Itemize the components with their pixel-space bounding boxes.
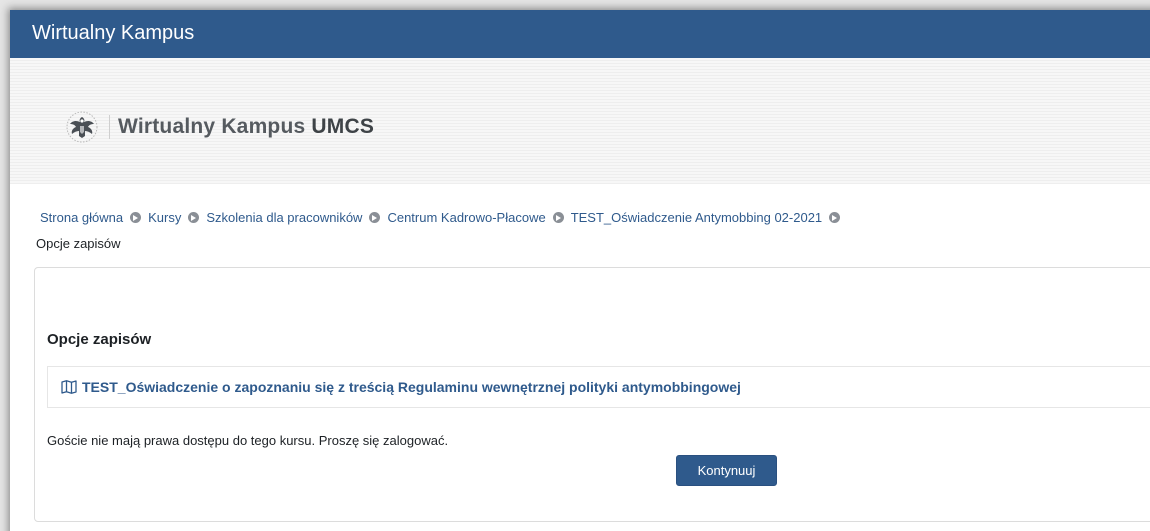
browser-window: Wirtualny Kampus Wirtualny Kampus UMCS S… — [10, 10, 1150, 531]
continue-button[interactable]: Kontynuuj — [676, 455, 777, 486]
breadcrumb-courses[interactable]: Kursy — [148, 210, 181, 225]
chevron-circle-right-icon — [829, 212, 841, 223]
chevron-circle-right-icon — [552, 212, 564, 223]
site-topbar: Wirtualny Kampus — [10, 10, 1150, 58]
breadcrumb-staff-training[interactable]: Szkolenia dla pracowników — [206, 210, 362, 225]
enrolment-options-card: Opcje zapisów TEST_Oświadczenie o zapozn… — [34, 267, 1150, 522]
breadcrumb-hr-payroll-center[interactable]: Centrum Kadrowo-Płacowe — [387, 210, 545, 225]
brand-header: Wirtualny Kampus UMCS — [10, 58, 1150, 184]
brand-name-bold: UMCS — [311, 115, 375, 138]
page-title: Opcje zapisów — [47, 331, 152, 348]
site-title[interactable]: Wirtualny Kampus — [32, 22, 194, 44]
eagle-emblem-icon — [66, 111, 98, 143]
brand-logo[interactable]: Wirtualny Kampus UMCS — [65, 110, 374, 144]
course-info-box: TEST_Oświadczenie o zapoznaniu się z tre… — [47, 366, 1150, 408]
course-title-link[interactable]: TEST_Oświadczenie o zapoznaniu się z tre… — [82, 379, 741, 395]
breadcrumb-home[interactable]: Strona główna — [40, 210, 123, 225]
chevron-circle-right-icon — [188, 212, 200, 223]
chevron-circle-right-icon — [130, 212, 142, 223]
breadcrumb: Strona główna Kursy Szkolenia dla pracow… — [40, 210, 847, 225]
brand-name: Wirtualny Kampus UMCS — [118, 115, 374, 139]
logo-divider — [109, 115, 110, 139]
map-icon — [61, 380, 77, 394]
chevron-circle-right-icon — [369, 212, 381, 223]
guest-access-message: Goście nie mają prawa dostępu do tego ku… — [47, 433, 449, 448]
breadcrumb-course[interactable]: TEST_Oświadczenie Antymobbing 02-2021 — [571, 210, 822, 225]
breadcrumb-current: Opcje zapisów — [36, 236, 121, 251]
brand-name-regular: Wirtualny Kampus — [118, 115, 312, 138]
